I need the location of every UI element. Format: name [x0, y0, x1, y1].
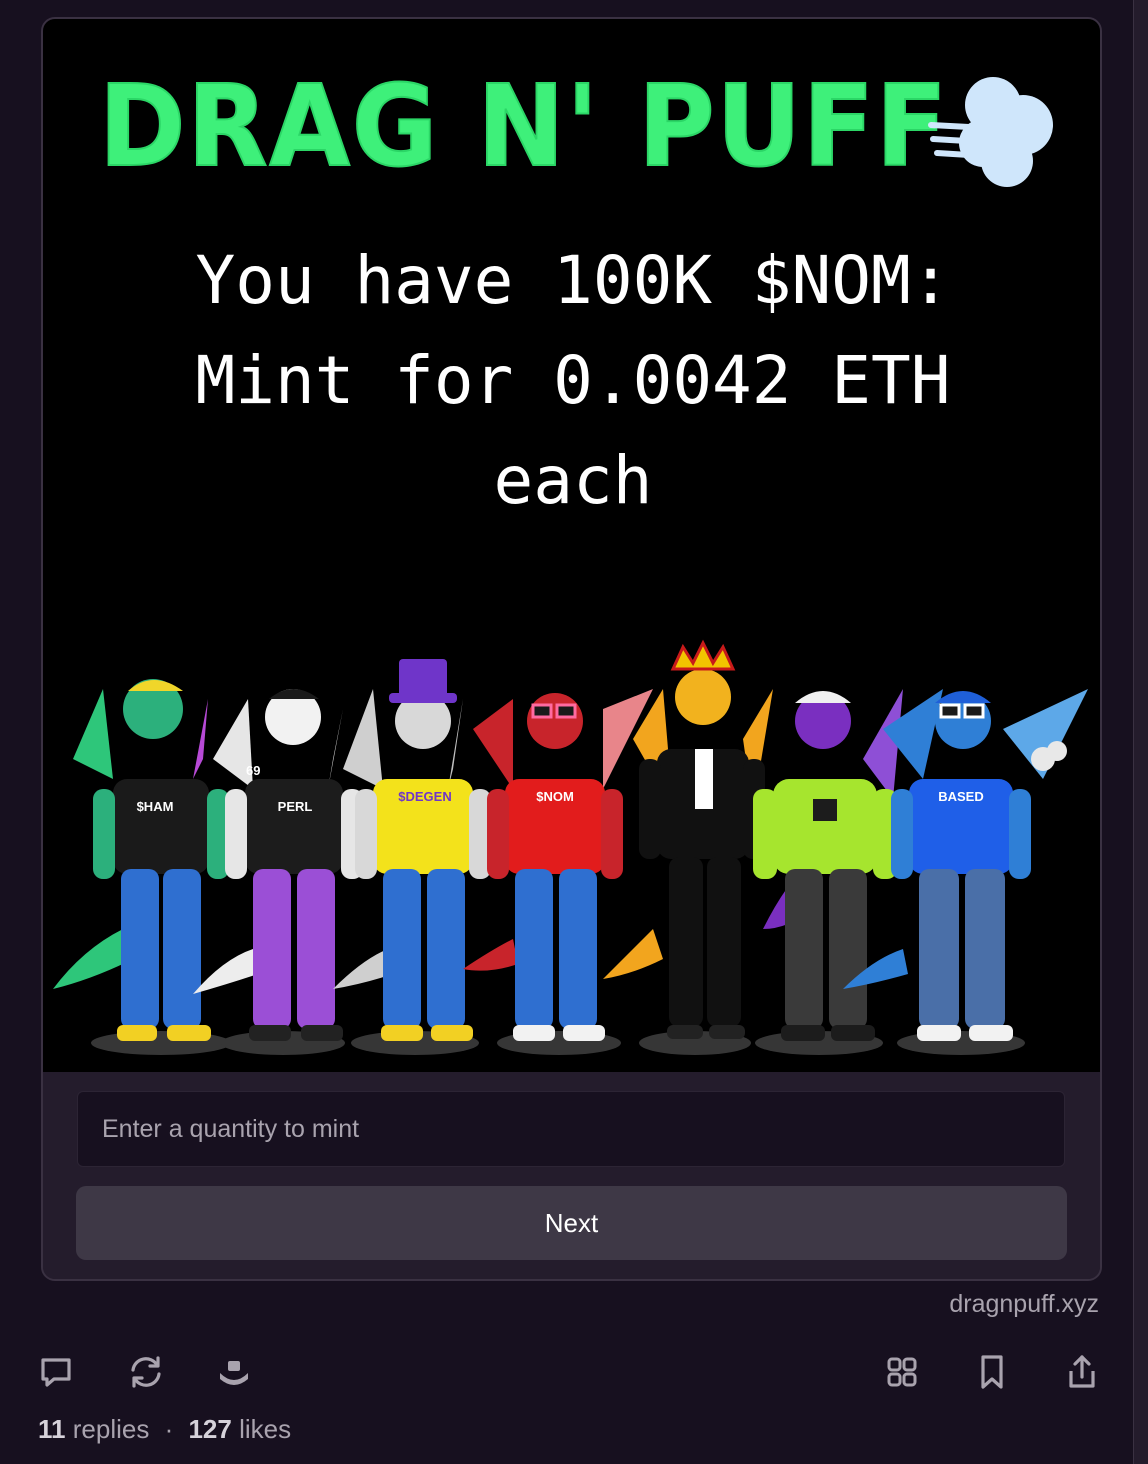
grid-button[interactable] [882, 1350, 922, 1394]
frame-domain-link[interactable]: dragnpuff.xyz [949, 1290, 1099, 1319]
frame-image[interactable]: DRAG N' PUFF You have 100K $NOM: Mint fo… [43, 19, 1100, 1072]
frame-card: DRAG N' PUFF You have 100K $NOM: Mint fo… [41, 17, 1102, 1281]
dragnpuff-logo: DRAG N' PUFF [98, 62, 949, 192]
likes-stat[interactable]: 127 likes [188, 1414, 291, 1444]
shirt-label: $DEGEN [398, 789, 451, 804]
dragon-lineup-illustration: $HAM 69 PERL $DEGEN $NOM BASED [53, 639, 1088, 1055]
grid-icon [887, 1357, 917, 1387]
likes-label: likes [239, 1414, 292, 1444]
recast-button[interactable] [126, 1350, 166, 1394]
next-button[interactable]: Next [76, 1186, 1067, 1260]
puff-cloud-icon [928, 77, 1053, 187]
jersey-number: 69 [246, 763, 260, 778]
replies-label: replies [72, 1414, 150, 1444]
bookmark-icon [981, 1355, 1003, 1389]
recast-icon [131, 1356, 161, 1388]
headline-line: each [493, 442, 653, 519]
post-stats: 11 replies · 127 likes [38, 1414, 291, 1445]
dragon-figure: $DEGEN [333, 659, 491, 1041]
headline-line: You have 100K $NOM: [195, 242, 951, 319]
likes-count: 127 [188, 1414, 232, 1444]
bookmark-button[interactable] [972, 1350, 1012, 1394]
stats-separator: · [164, 1414, 174, 1444]
shirt-label: PERL [278, 799, 313, 814]
quantity-input[interactable] [77, 1091, 1065, 1167]
mint-headline: You have 100K $NOM: Mint for 0.0042 ETH … [83, 231, 1063, 531]
replies-stat[interactable]: 11 replies [38, 1414, 157, 1444]
shirt-label: $HAM [137, 799, 174, 814]
post-action-bar [0, 1350, 1134, 1400]
dragon-figure [753, 689, 903, 1041]
frame-controls: Next [43, 1072, 1100, 1279]
share-icon [1069, 1355, 1095, 1388]
scrollbar-track[interactable] [1133, 0, 1148, 1464]
headline-line: Mint for 0.0042 ETH [195, 342, 951, 419]
reply-icon [41, 1358, 71, 1387]
share-button[interactable] [1062, 1350, 1102, 1394]
tip-button[interactable] [214, 1350, 254, 1394]
replies-count: 11 [38, 1414, 66, 1444]
tip-icon [220, 1361, 248, 1385]
dragon-figure: $NOM [463, 689, 653, 1041]
reply-button[interactable] [36, 1350, 76, 1394]
shirt-label: $NOM [536, 789, 574, 804]
shirt-label: BASED [938, 789, 984, 804]
